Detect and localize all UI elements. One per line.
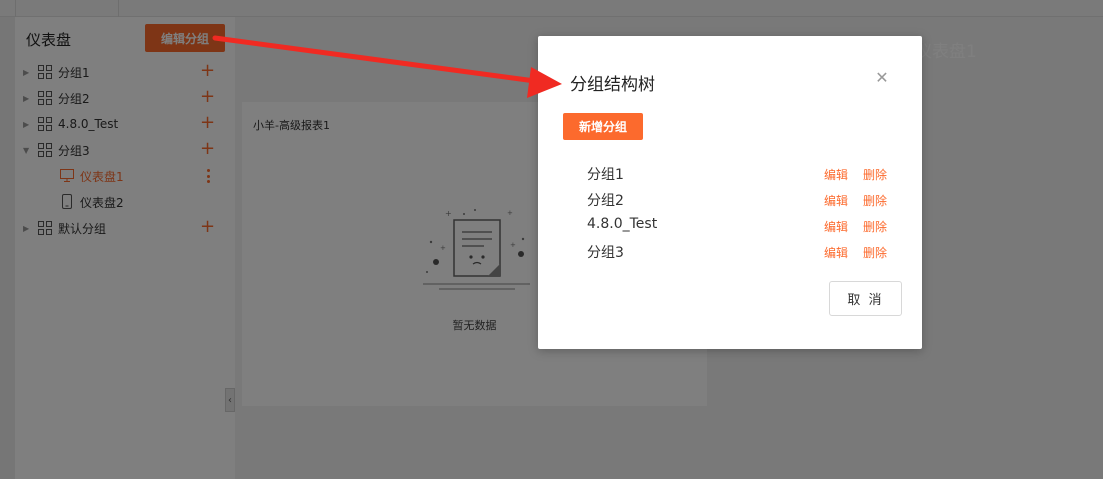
edit-group-link[interactable]: 编辑	[824, 166, 848, 183]
delete-group-link[interactable]: 删除	[863, 218, 887, 235]
group-name: 4.8.0_Test	[587, 216, 658, 232]
delete-group-link[interactable]: 删除	[863, 166, 887, 183]
edit-group-link[interactable]: 编辑	[824, 192, 848, 209]
edit-group-link[interactable]: 编辑	[824, 244, 848, 261]
delete-group-link[interactable]: 删除	[863, 192, 887, 209]
add-group-button[interactable]: 新增分组	[563, 113, 643, 140]
delete-group-link[interactable]: 删除	[863, 244, 887, 261]
group-list-item: 分组3 编辑 删除	[538, 238, 922, 264]
group-list-item: 分组1 编辑 删除	[538, 160, 922, 186]
group-name: 分组3	[587, 245, 624, 261]
close-icon[interactable]: ✕	[871, 66, 893, 88]
dialog-title: 分组结构树	[570, 75, 655, 95]
group-list-item: 分组2 编辑 删除	[538, 186, 922, 212]
group-name: 分组1	[587, 167, 624, 183]
group-tree-dialog: 分组结构树 ✕ 新增分组 分组1 编辑 删除 分组2 编辑 删除 4.8.0_T…	[538, 36, 922, 349]
edit-group-link[interactable]: 编辑	[824, 218, 848, 235]
group-list-item: 4.8.0_Test 编辑 删除	[538, 212, 922, 238]
cancel-button[interactable]: 取 消	[829, 281, 902, 316]
group-name: 分组2	[587, 193, 624, 209]
